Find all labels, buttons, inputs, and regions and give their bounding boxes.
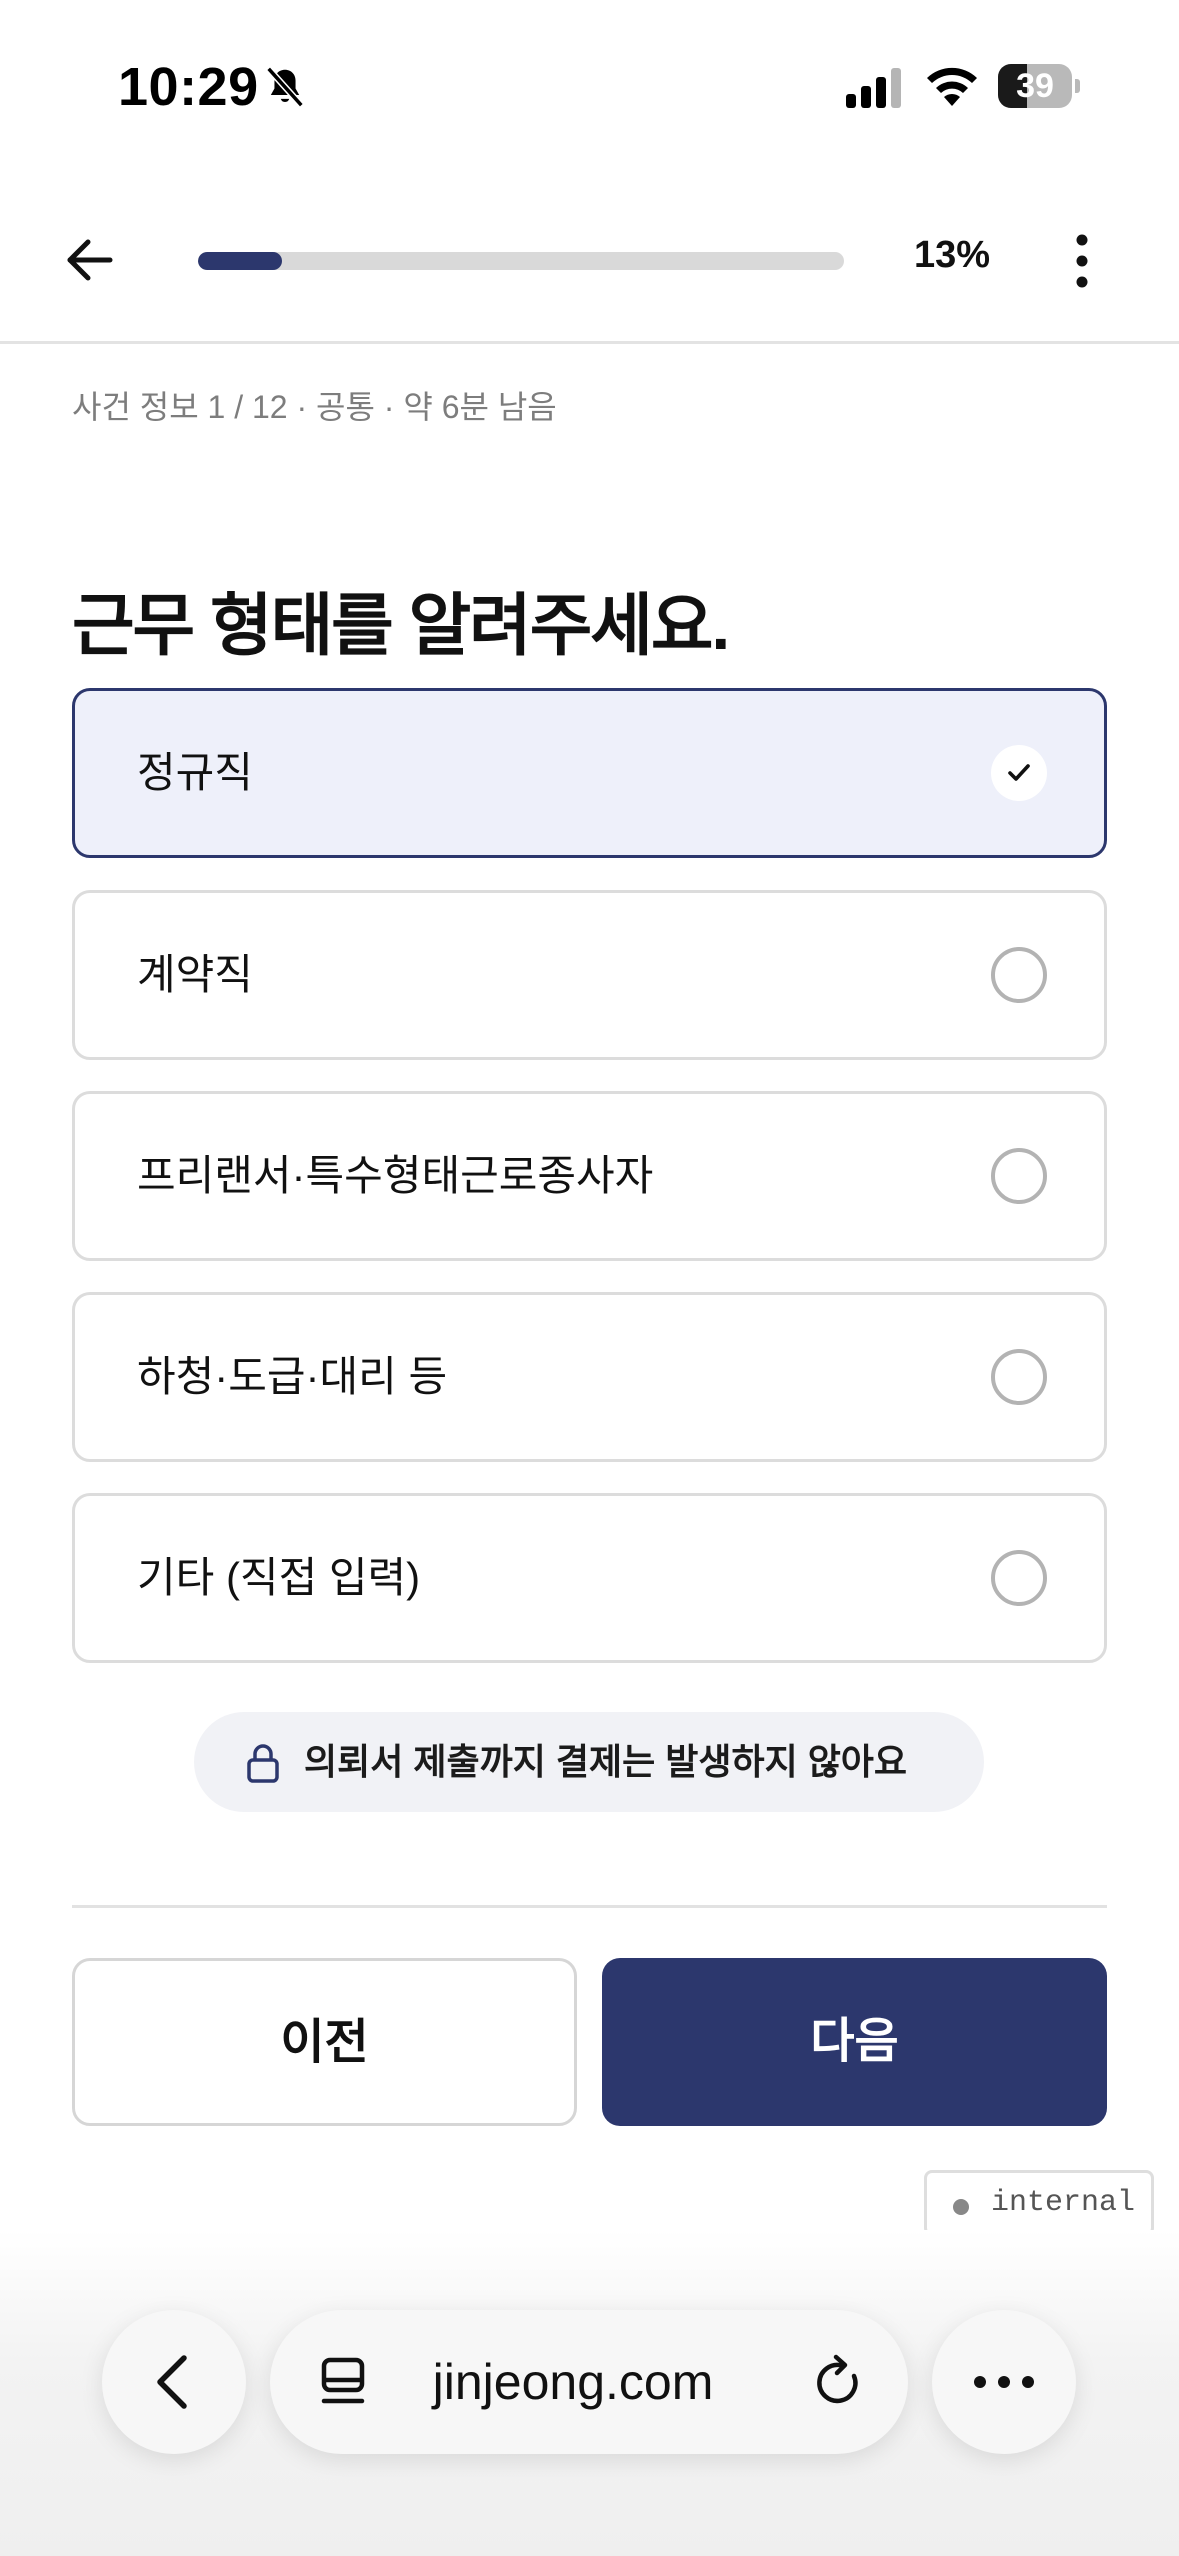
status-dot: [953, 2199, 969, 2215]
status-time: 10:29: [118, 57, 259, 117]
option-other[interactable]: 기타 (직접 입력): [72, 1493, 1107, 1663]
option-subcontract[interactable]: 하청·도급·대리 등: [72, 1292, 1107, 1462]
url-text[interactable]: jinjeong.com: [388, 2310, 758, 2454]
option-label: 프리랜서·특수형태근로종사자: [137, 1152, 654, 1199]
option-radio-checked[interactable]: [991, 745, 1047, 801]
notice-text: 의뢰서 제출까지 결제는 발생하지 않아요: [304, 1741, 908, 1782]
browser-more-button[interactable]: [932, 2310, 1076, 2454]
option-radio[interactable]: [991, 1148, 1047, 1204]
option-radio[interactable]: [991, 1349, 1047, 1405]
reload-icon[interactable]: [810, 2354, 868, 2412]
wifi-icon: [927, 67, 977, 106]
status-bar: 10:29 39: [0, 0, 1179, 175]
cellular-signal-icon: [846, 68, 901, 108]
progress-percent: 13%: [913, 234, 990, 276]
option-label: 계약직: [137, 951, 253, 998]
lock-icon: [247, 1744, 279, 1783]
divider: [72, 1905, 1107, 1908]
option-label: 정규직: [137, 749, 253, 796]
internal-badge: internal: [924, 2170, 1154, 2236]
more-horizontal-icon: [974, 2376, 1034, 2388]
more-vertical-icon[interactable]: [1064, 230, 1100, 292]
progress-bar: [198, 252, 844, 270]
bell-slash-icon: [266, 66, 304, 108]
option-label: 하청·도급·대리 등: [137, 1353, 448, 1400]
next-button[interactable]: 다음: [602, 1958, 1107, 2126]
option-label: 기타 (직접 입력): [137, 1554, 421, 1601]
option-regular[interactable]: 정규직: [72, 688, 1107, 858]
battery-percent: 39: [1016, 67, 1054, 105]
prev-button[interactable]: 이전: [72, 1958, 577, 2126]
option-contract[interactable]: 계약직: [72, 890, 1107, 1060]
step-info: 사건 정보 1 / 12 · 공통 · 약 6분 남음: [72, 389, 557, 425]
internal-badge-label: internal: [991, 2186, 1136, 2220]
chevron-left-icon: [157, 2355, 187, 2409]
tabs-icon[interactable]: [316, 2354, 372, 2410]
progress-fill: [198, 252, 282, 270]
option-freelancer[interactable]: 프리랜서·특수형태근로종사자: [72, 1091, 1107, 1261]
question-title: 근무 형태를 알려주세요.: [72, 588, 730, 664]
payment-notice: 의뢰서 제출까지 결제는 발생하지 않아요: [194, 1712, 984, 1812]
option-radio[interactable]: [991, 1550, 1047, 1606]
option-radio[interactable]: [991, 947, 1047, 1003]
address-bar[interactable]: jinjeong.com: [270, 2310, 908, 2454]
progress-header: 13%: [0, 190, 1179, 344]
browser-back-button[interactable]: [102, 2310, 246, 2454]
battery-indicator: 39: [998, 64, 1080, 108]
check-icon: [1008, 764, 1030, 781]
back-arrow-icon[interactable]: [62, 232, 118, 288]
